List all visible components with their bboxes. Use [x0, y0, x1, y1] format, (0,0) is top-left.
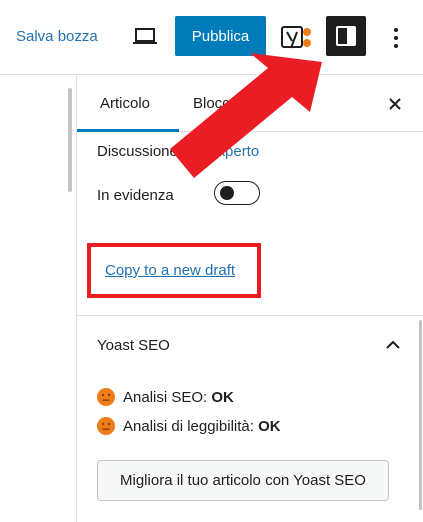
- preview-button[interactable]: [131, 25, 159, 49]
- close-sidebar-button[interactable]: [383, 92, 407, 116]
- improve-with-yoast-button[interactable]: Migliora il tuo articolo con Yoast SEO: [97, 460, 389, 501]
- seo-analysis-label: Analisi SEO:: [123, 388, 208, 406]
- yoast-icon: [281, 26, 311, 49]
- readability-analysis-row: Analisi di leggibilità: OK: [97, 417, 281, 435]
- sidebar-panel-icon: [336, 26, 356, 46]
- discussion-status-link[interactable]: Aperto: [215, 143, 259, 160]
- yoast-collapse-button[interactable]: [381, 333, 405, 357]
- featured-label: In evidenza: [97, 187, 174, 204]
- chevron-up-icon: [386, 340, 400, 349]
- save-draft-button[interactable]: Salva bozza: [16, 28, 98, 45]
- yoast-button[interactable]: [281, 24, 315, 52]
- neutral-face-icon: [97, 417, 115, 435]
- sidebar-tabs: Articolo Blocco: [77, 75, 423, 132]
- sidebar-scrollbar[interactable]: [419, 320, 422, 510]
- editor-toolbar: Salva bozza Pubblica: [0, 0, 423, 75]
- featured-toggle[interactable]: [214, 181, 260, 205]
- section-divider: [77, 315, 423, 316]
- publish-button[interactable]: Pubblica: [175, 16, 266, 56]
- tab-block[interactable]: Blocco: [193, 75, 238, 132]
- discussion-label: Discussione: [97, 143, 178, 160]
- neutral-face-icon: [97, 388, 115, 406]
- more-options-button[interactable]: [384, 24, 408, 52]
- close-icon: [389, 98, 401, 110]
- editor-canvas: [0, 75, 76, 522]
- seo-analysis-row: Analisi SEO: OK: [97, 388, 234, 406]
- editor-scrollbar[interactable]: [68, 88, 72, 192]
- laptop-icon: [133, 28, 157, 44]
- more-vertical-icon: [394, 28, 398, 48]
- copy-to-new-draft-link[interactable]: Copy to a new draft: [105, 262, 235, 279]
- settings-sidebar: Articolo Blocco Discussione Aperto In ev…: [76, 75, 423, 522]
- readability-analysis-value: OK: [258, 417, 281, 435]
- settings-toggle-button[interactable]: [326, 16, 366, 56]
- yoast-panel-title: Yoast SEO: [97, 337, 170, 354]
- seo-analysis-value: OK: [211, 388, 234, 406]
- readability-analysis-label: Analisi di leggibilità:: [123, 417, 254, 435]
- tab-post[interactable]: Articolo: [77, 75, 179, 132]
- toggle-knob: [220, 186, 234, 200]
